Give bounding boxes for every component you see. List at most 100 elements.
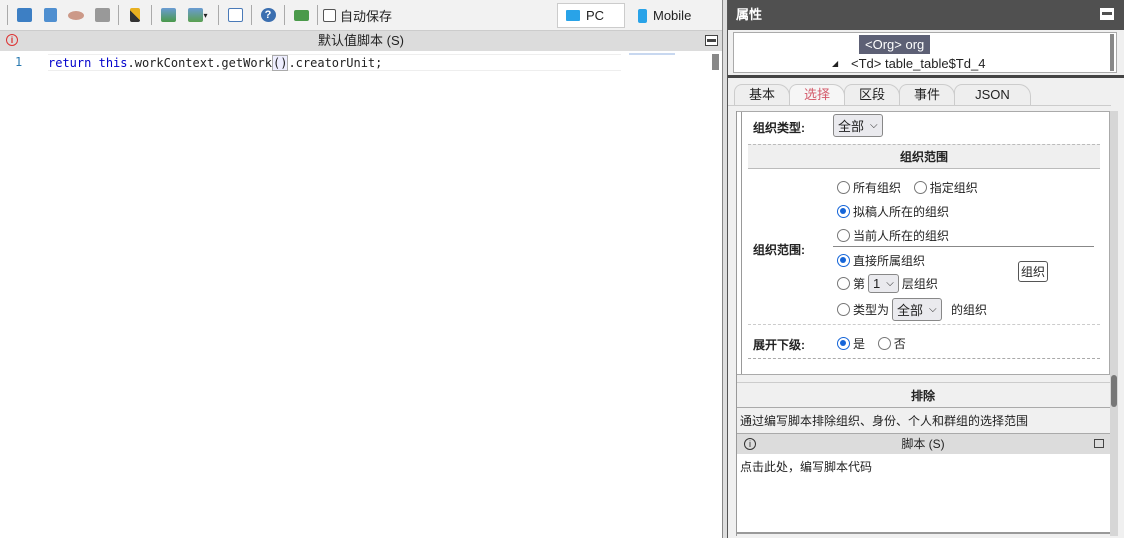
radio-drafter-org[interactable]: 拟稿人所在的组织 [837, 203, 949, 220]
scrollbar[interactable] [712, 54, 719, 70]
minimap [629, 53, 675, 55]
option-label: 指定组织 [929, 181, 978, 195]
info-icon: i [744, 438, 756, 450]
script-title: 脚本 (S) [901, 437, 945, 451]
scope-header: 组织范围 [748, 144, 1100, 169]
editor-title: 默认值脚本 (S) [318, 33, 404, 48]
expand-label: 展开下级: [753, 338, 805, 352]
radio-level-org[interactable]: 第 1 ⌵ 层组织 [837, 274, 938, 293]
code-line[interactable]: return this.workContext.getWork().creato… [48, 54, 621, 71]
chevron-down-icon: ⌵ [870, 120, 878, 131]
tab-json[interactable]: JSON [954, 84, 1031, 105]
toolbar: ▾ ? 自动保存 PC Mobile [0, 0, 722, 31]
radio-icon[interactable] [877, 337, 891, 350]
chevron-down-icon: ⌵ [929, 304, 937, 315]
option-label: 否 [893, 337, 906, 351]
tab-events[interactable]: 事件 [899, 84, 956, 105]
radio-direct-org[interactable]: 直接所属组织 [837, 252, 925, 269]
minimize-icon[interactable] [705, 35, 718, 46]
option-label: 当前人所在的组织 [853, 229, 950, 243]
preview-eye-icon[interactable] [66, 5, 86, 25]
expand-triangle-icon[interactable]: ◢ [832, 59, 838, 68]
option-label: 直接所属组织 [853, 254, 926, 268]
import-icon[interactable]: ▾ [184, 5, 212, 25]
monitor-icon [566, 10, 580, 21]
option-label: 的组织 [950, 303, 987, 317]
selected-value: 全部 [897, 303, 924, 318]
level-select[interactable]: 1 ⌵ [868, 274, 899, 293]
tree-node[interactable]: <Td> table_table$Td_4 [851, 56, 985, 71]
exclude-description: 通过编写脚本排除组织、身份、个人和群组的选择范围 [736, 408, 1110, 434]
select-settings-panel: 组织类型: 全部 ⌵ 组织范围 组织范围: 所有组织 指定组织 拟稿人所在的组织 … [736, 111, 1110, 375]
save-icon[interactable] [14, 5, 34, 25]
option-label: 拟稿人所在的组织 [853, 205, 950, 219]
properties-header: 属性 [728, 0, 1124, 30]
layers-icon[interactable] [291, 5, 311, 25]
radio-expand[interactable]: 是 否 [837, 335, 906, 352]
exclude-header: 排除 [736, 382, 1110, 408]
restore-window-icon[interactable] [1094, 439, 1104, 448]
autosave-checkbox[interactable]: 自动保存 [323, 6, 392, 25]
option-label: 所有组织 [853, 181, 902, 195]
divider [728, 75, 1124, 78]
save-as-icon[interactable] [40, 5, 60, 25]
code-text: .workContext.getWork [127, 56, 273, 70]
radio-type-org[interactable]: 类型为 全部 ⌵ 的组织 [837, 298, 987, 321]
script-title-bar: i 脚本 (S) [736, 434, 1110, 454]
minimize-icon[interactable] [1100, 8, 1114, 20]
info-icon: i [6, 34, 18, 46]
mobile-label: Mobile [653, 8, 692, 23]
tab-select[interactable]: 选择 [789, 84, 846, 105]
keyword: this [98, 56, 128, 70]
tree-node-selected[interactable]: <Org> org [859, 35, 931, 54]
list-icon[interactable] [225, 5, 245, 25]
print-icon[interactable] [92, 5, 112, 25]
selected-value: 1 [873, 276, 881, 291]
org-type-select[interactable]: 全部 ⌵ [833, 114, 883, 137]
tab-mobile[interactable]: Mobile [630, 3, 699, 28]
autosave-label: 自动保存 [340, 8, 393, 24]
phone-icon [638, 8, 647, 23]
checkbox-icon[interactable] [323, 8, 336, 22]
radio-checked-icon[interactable] [837, 205, 850, 218]
radio-icon[interactable] [913, 181, 927, 194]
chevron-down-icon: ⌵ [886, 278, 894, 289]
radio-icon[interactable] [837, 229, 850, 242]
radio-icon[interactable] [837, 277, 850, 290]
option-label: 类型为 [853, 303, 890, 317]
radio-checked-icon[interactable] [837, 254, 850, 267]
option-label: 是 [853, 337, 866, 351]
radio-all-orgs[interactable]: 所有组织 指定组织 [837, 179, 978, 196]
radio-icon[interactable] [837, 181, 850, 194]
tab-bar: 基本 选择 区段 事件 JSON [734, 84, 1031, 105]
type-select[interactable]: 全部 ⌵ [892, 298, 942, 321]
radio-icon[interactable] [837, 303, 850, 316]
radio-checked-icon[interactable] [837, 337, 850, 350]
script-editor-pane: ▾ ? 自动保存 PC Mobile i 默认值脚本 (S) 1 return … [0, 0, 722, 538]
matched-brackets: () [272, 55, 289, 71]
scrollbar-thumb[interactable] [1111, 375, 1117, 407]
script-placeholder: 点击此处，编写脚本代码 [740, 460, 873, 474]
option-label: 第 [853, 277, 866, 291]
tab-basic[interactable]: 基本 [734, 84, 791, 105]
code-editor[interactable]: 1 return this.workContext.getWork().crea… [0, 51, 719, 538]
properties-pane: 属性 <Org> org ◢ <Td> table_table$Td_4 基本 … [728, 0, 1124, 538]
org-type-label: 组织类型: [753, 121, 805, 135]
org-button[interactable]: 组织 [1018, 261, 1049, 282]
export-icon[interactable] [158, 5, 178, 25]
script-editor[interactable]: 点击此处，编写脚本代码 [736, 454, 1110, 534]
magic-wand-icon[interactable] [125, 5, 145, 25]
keyword: return [48, 56, 92, 70]
tab-pc[interactable]: PC [557, 3, 625, 28]
pc-label: PC [586, 8, 605, 23]
help-icon[interactable]: ? [258, 5, 278, 25]
line-number: 1 [15, 55, 23, 69]
scrollbar[interactable] [1110, 34, 1114, 71]
properties-title: 属性 [736, 7, 763, 22]
editor-title-bar: i 默认值脚本 (S) [0, 31, 722, 51]
scrollbar-track[interactable] [1110, 111, 1118, 536]
tab-section[interactable]: 区段 [844, 84, 901, 105]
object-tree: <Org> org ◢ <Td> table_table$Td_4 [733, 32, 1117, 73]
scope-label: 组织范围: [753, 243, 805, 257]
radio-current-org[interactable]: 当前人所在的组织 [837, 227, 949, 244]
